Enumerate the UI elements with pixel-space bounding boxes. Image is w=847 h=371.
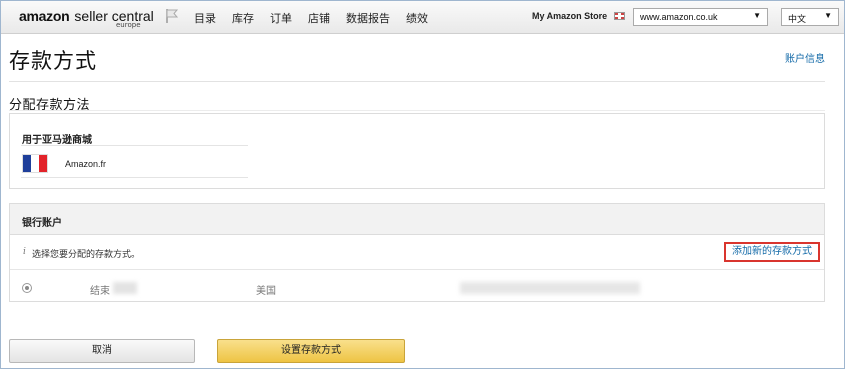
my-amazon-store-link[interactable]: My Amazon Store	[532, 11, 607, 21]
divider	[10, 269, 824, 270]
nav-item-reports[interactable]: 数据报告	[346, 10, 390, 26]
nav-item-performance[interactable]: 绩效	[406, 10, 428, 26]
chevron-down-icon: ▼	[753, 11, 761, 20]
nav-item-storefront[interactable]: 店铺	[308, 10, 330, 26]
account-country: 美国	[256, 286, 276, 297]
account-info-link[interactable]: 账户信息	[785, 50, 825, 65]
marketplace-label: 用于亚马逊商城	[22, 135, 92, 146]
nav-item-orders[interactable]: 订单	[270, 10, 292, 26]
flag-stripe-white	[31, 155, 39, 172]
france-flag-icon	[22, 154, 48, 173]
amazon-seller-central-logo[interactable]: amazon seller central europe	[19, 6, 154, 29]
divider	[9, 81, 825, 82]
bank-accounts-panel: 银行账户 i 选择您要分配的存款方式。 添加新的存款方式 结束 美国	[9, 203, 825, 302]
info-text: 选择您要分配的存款方式。	[32, 250, 141, 260]
redacted-account-digits	[113, 282, 137, 294]
main-nav: 目录 库存 订单 店铺 数据报告 绩效	[194, 10, 428, 26]
flag-stripe-blue	[23, 155, 31, 172]
domain-select-value: www.amazon.co.uk	[640, 12, 718, 22]
marketplace-name: Amazon.fr	[65, 159, 107, 169]
divider	[21, 177, 248, 178]
bank-accounts-header: 银行账户	[10, 204, 824, 235]
logo-brand: amazon	[19, 8, 70, 24]
page-title: 存款方式	[9, 49, 97, 73]
add-deposit-method-link[interactable]: 添加新的存款方式	[724, 242, 820, 262]
cancel-button[interactable]: 取消	[9, 339, 195, 363]
logo-region: europe	[116, 21, 141, 29]
flag-stripe-red	[39, 155, 47, 172]
top-nav-bar: amazon seller central europe 目录 库存 订单 店铺…	[1, 1, 844, 34]
redacted-account-details	[460, 282, 640, 294]
marketplace-panel: 用于亚马逊商城 Amazon.fr	[9, 113, 825, 189]
nav-item-catalog[interactable]: 目录	[194, 10, 216, 26]
uk-flag-icon	[614, 12, 625, 20]
chevron-down-icon: ▼	[824, 11, 832, 20]
marketplace-domain-select[interactable]: www.amazon.co.uk ▼	[633, 8, 768, 26]
divider	[9, 110, 825, 111]
set-deposit-method-button[interactable]: 设置存款方式	[217, 339, 405, 363]
bank-account-radio[interactable]	[22, 283, 32, 293]
account-end-label: 结束	[90, 286, 110, 297]
logo-product: seller central	[74, 8, 154, 24]
nav-item-inventory[interactable]: 库存	[232, 10, 254, 26]
language-select-value: 中文	[788, 14, 807, 24]
bank-accounts-title: 银行账户	[22, 218, 62, 229]
info-icon: i	[23, 247, 26, 257]
divider	[21, 145, 248, 146]
flag-icon[interactable]	[164, 8, 180, 24]
language-select[interactable]: 中文 ▼	[781, 8, 839, 26]
